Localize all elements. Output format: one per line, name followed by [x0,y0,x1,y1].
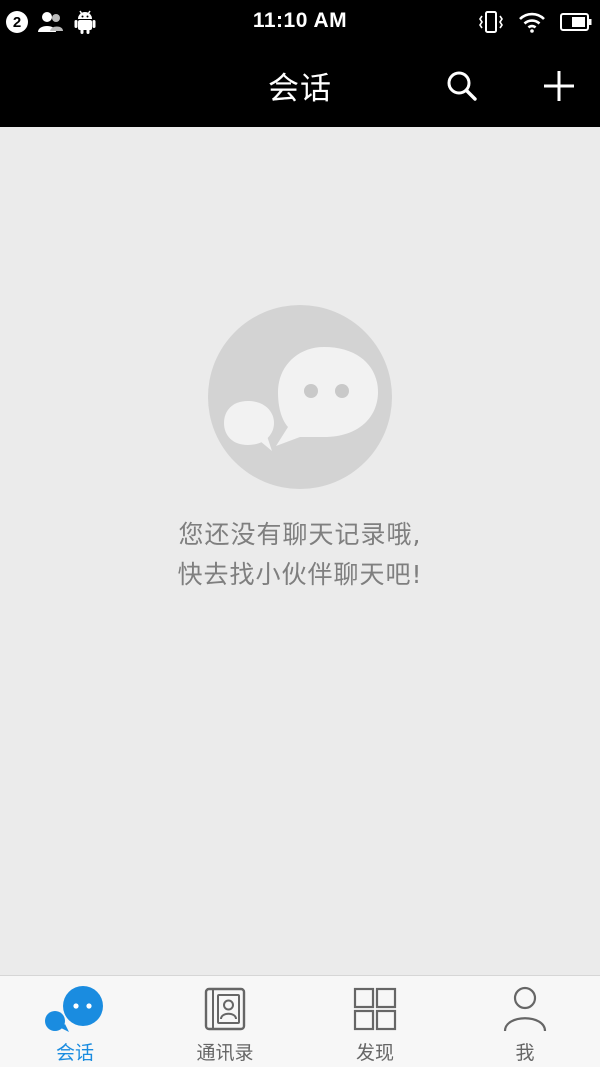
tab-me-label: 我 [515,1042,535,1064]
empty-message-line2: 快去找小伙伴聊天吧! [177,560,423,589]
vibrate-icon [479,11,503,33]
wifi-icon [519,12,545,33]
plus-icon [544,71,574,101]
battery-icon [560,13,592,31]
status-right [478,8,592,36]
grid-icon [353,987,397,1031]
app-header: 会话 [0,44,600,127]
tab-contacts-label: 通讯录 [196,1042,254,1064]
address-book-icon [204,987,246,1031]
status-bar: 2 11:10 AM [0,0,600,44]
tab-discover-label: 发现 [355,1042,394,1064]
conversation-list-empty: 您还没有聊天记录哦, 快去找小伙伴聊天吧! [0,127,600,975]
chat-bubbles-icon [208,305,392,489]
search-button[interactable] [441,65,483,107]
tab-conversations[interactable]: 会话 [0,976,150,1067]
empty-message-line1: 您还没有聊天记录哦, [178,520,422,549]
tab-contacts[interactable]: 通讯录 [150,976,300,1067]
tab-me[interactable]: 我 [450,976,600,1067]
tab-discover[interactable]: 发现 [300,976,450,1067]
tab-conversations-label: 会话 [55,1042,94,1064]
page-title: 会话 [268,71,332,107]
chat-bubbles-icon [45,986,103,1032]
bottom-tab-bar: 会话 通讯录 发现 我 [0,975,600,1067]
search-icon [447,71,477,101]
person-icon [503,986,547,1032]
add-button[interactable] [538,65,580,107]
